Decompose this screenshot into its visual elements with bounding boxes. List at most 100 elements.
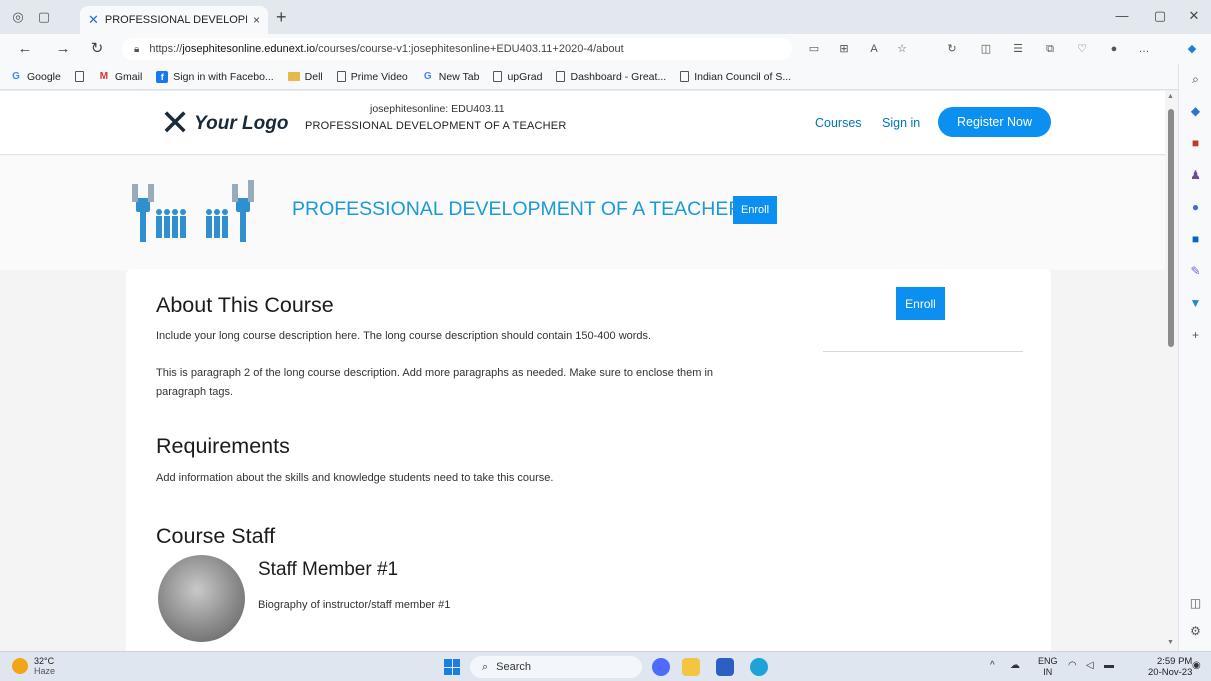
bookmark-google[interactable]: G Google [10, 71, 61, 83]
app-available-icon[interactable]: ▭ [806, 42, 822, 56]
refresh-page-icon[interactable]: ↻ [944, 42, 960, 56]
system-clock[interactable]: 2:59 PM 20-Nov-23 [1148, 656, 1192, 678]
weather-widget[interactable]: 32°C Haze [12, 656, 55, 676]
favorite-star-icon[interactable]: ☆ [894, 42, 910, 56]
battery-icon[interactable]: ▬ [1104, 660, 1114, 671]
hero-enroll-button[interactable]: Enroll [733, 196, 777, 224]
bookmark-dell[interactable]: Dell [287, 71, 323, 83]
close-window-icon[interactable]: ✕ [1184, 8, 1204, 24]
add-sidebar-app-icon[interactable]: + [1188, 328, 1203, 343]
page-scrollbar[interactable]: ▲ ▼ [1165, 91, 1178, 651]
taskbar-search[interactable]: ⌕ Search [470, 656, 642, 678]
tab-close-icon[interactable]: × [253, 13, 260, 27]
split-screen-icon[interactable]: ◫ [978, 42, 994, 56]
requirements-text: Add information about the skills and kno… [156, 472, 554, 484]
course-details: About This Course Include your long cour… [126, 269, 1051, 651]
new-tab-button[interactable]: + [276, 8, 287, 26]
hide-sidebar-icon[interactable]: ◫ [1188, 596, 1203, 611]
site-logo[interactable]: ✕ Your Logo [160, 103, 289, 144]
drop-icon[interactable]: ▼ [1188, 296, 1203, 311]
course-title: PROFESSIONAL DEVELOPMENT OF A TEACHER [292, 198, 743, 220]
read-aloud-icon[interactable]: A [866, 42, 882, 56]
course-staff-heading: Course Staff [156, 524, 276, 548]
file-explorer-icon[interactable] [682, 658, 700, 676]
scroll-down-icon[interactable]: ▼ [1167, 639, 1174, 646]
bookmark-facebook[interactable]: f Sign in with Facebo... [156, 70, 274, 83]
workspaces-icon[interactable]: ◎ [10, 9, 26, 25]
url-domain: josephitesonline.edunext.io [182, 43, 316, 55]
folder-icon [287, 72, 300, 81]
refresh-icon[interactable]: ↻ [88, 40, 106, 58]
minimize-icon[interactable]: — [1112, 8, 1132, 23]
favorites-icon[interactable]: ☰ [1010, 42, 1026, 56]
shopping-tag-icon[interactable]: ◆ [1188, 104, 1203, 119]
browser-tab[interactable]: ✕ PROFESSIONAL DEVELOPMENT C × [80, 6, 268, 34]
wifi-icon[interactable]: ◠ [1068, 660, 1077, 671]
navigation-bar: ← → ↻ 🔒︎ https://josephitesonline.edunex… [0, 34, 1211, 64]
bookmark-upgrad[interactable]: upGrad [493, 71, 542, 83]
bookmark-new-tab[interactable]: G New Tab [422, 71, 480, 83]
more-options-icon[interactable]: … [1136, 42, 1152, 56]
courses-link[interactable]: Courses [815, 116, 862, 130]
bookmark-gmail[interactable]: M Gmail [98, 71, 143, 83]
browser-essentials-icon[interactable]: ♡ [1074, 42, 1090, 56]
scroll-thumb[interactable] [1168, 109, 1174, 347]
microsoft-365-icon[interactable]: ● [1188, 200, 1203, 215]
sidebar-search-icon[interactable]: ⌕ [1188, 72, 1203, 87]
designer-icon[interactable]: ✎ [1188, 264, 1203, 279]
back-icon[interactable]: ← [16, 40, 34, 58]
register-now-button[interactable]: Register Now [938, 107, 1051, 137]
about-paragraph-2-line-2: paragraph tags. [156, 386, 234, 398]
show-hidden-icons-icon[interactable]: ^ [990, 660, 995, 671]
collections-icon[interactable]: ⧉ [1042, 42, 1058, 56]
google-icon: G [12, 71, 20, 82]
bookmark-dashboard[interactable]: Dashboard - Great... [556, 71, 666, 83]
about-paragraph-1: Include your long course description her… [156, 330, 652, 342]
facebook-icon: f [156, 70, 169, 83]
about-heading: About This Course [156, 293, 334, 317]
url-prefix: https:// [149, 43, 183, 55]
document-icon [493, 71, 503, 82]
header-course-name: PROFESSIONAL DEVELOPMENT OF A TEACHER [305, 120, 567, 132]
edge-app-icon[interactable] [750, 658, 768, 676]
gmail-icon: M [99, 71, 109, 82]
document-icon [680, 71, 690, 82]
sidebar-divider [823, 351, 1023, 352]
logo-x-icon: ✕ [160, 103, 191, 144]
profile-icon[interactable]: ● [1106, 42, 1122, 56]
logo-text: Your Logo [194, 113, 289, 134]
qr-code-icon[interactable]: ⊞ [836, 42, 852, 56]
outlook-icon[interactable]: ■ [1188, 232, 1203, 247]
staff-name: Staff Member #1 [258, 559, 399, 580]
requirements-heading: Requirements [156, 434, 290, 458]
lock-icon[interactable]: 🔒︎ [134, 44, 139, 55]
meet-app-icon[interactable] [652, 658, 670, 676]
bookmark-untitled[interactable] [74, 71, 84, 82]
start-button[interactable] [444, 659, 460, 675]
word-app-icon[interactable] [716, 658, 734, 676]
sign-in-link[interactable]: Sign in [882, 116, 920, 130]
site-favicon-icon: ✕ [88, 12, 99, 27]
weather-temperature: 32°C [34, 656, 55, 666]
language-indicator[interactable]: ENG IN [1038, 656, 1058, 678]
forward-icon[interactable]: → [54, 40, 72, 58]
tab-actions-icon[interactable]: ▢ [36, 9, 52, 25]
games-icon[interactable]: ♟ [1188, 168, 1203, 183]
page-viewport: ✕ Your Logo josephitesonline: EDU403.11 … [0, 91, 1178, 651]
sidebar-settings-icon[interactable]: ⚙ [1188, 624, 1203, 639]
restore-icon[interactable]: ▢ [1150, 8, 1170, 24]
bookmark-indian-council[interactable]: Indian Council of S... [680, 71, 791, 83]
copilot-icon[interactable]: ◆ [1184, 42, 1200, 56]
address-bar[interactable]: 🔒︎ https://josephitesonline.edunext.io/c… [122, 38, 792, 60]
volume-icon[interactable]: ◁ [1086, 660, 1094, 671]
weather-sun-icon [12, 658, 28, 674]
bookmark-prime-video[interactable]: Prime Video [336, 71, 408, 83]
sidebar-enroll-button[interactable]: Enroll [896, 287, 945, 320]
scroll-up-icon[interactable]: ▲ [1167, 93, 1174, 100]
document-icon [556, 71, 566, 82]
onedrive-sync-icon[interactable]: ☁ [1010, 660, 1020, 671]
course-hero: PROFESSIONAL DEVELOPMENT OF A TEACHER En… [0, 156, 1178, 270]
notifications-icon[interactable]: ◉ [1192, 660, 1201, 671]
course-image [132, 180, 254, 242]
tools-briefcase-icon[interactable]: ■ [1188, 136, 1203, 151]
